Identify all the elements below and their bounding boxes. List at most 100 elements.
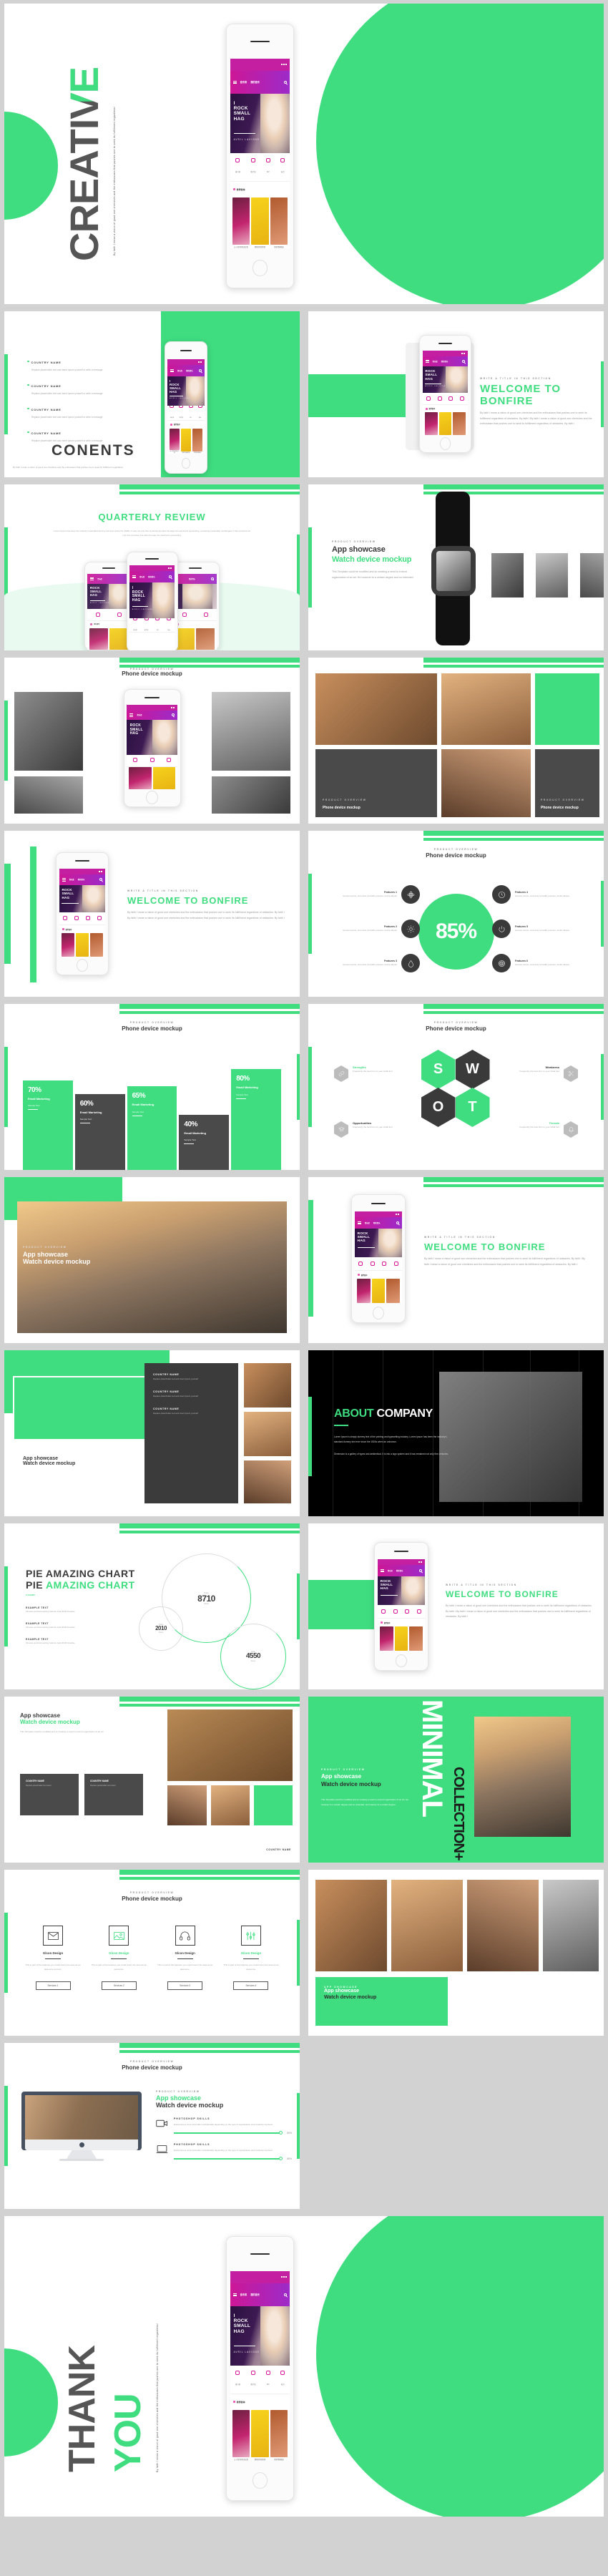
playlist-card[interactable] — [109, 628, 128, 650]
slide-welcome[interactable]: 音乐库 我的音乐 ROCK SMALL HAG AVRIL LAVIGNE 推荐… — [308, 311, 604, 477]
nav-tab-mymusic[interactable]: 我的音乐 — [78, 878, 85, 881]
list-item[interactable]: COUNTRY NAME Replace placeholder text and… — [153, 1390, 230, 1397]
quick-icon-ranking[interactable] — [96, 612, 101, 618]
quick-icon-mv[interactable]: MV — [265, 157, 270, 176]
search-icon[interactable] — [284, 2293, 288, 2296]
bar-column[interactable]: 60% Email Marketing Sample Text — [74, 1093, 125, 1170]
quick-icon-singer[interactable] — [370, 1261, 375, 1267]
search-icon[interactable] — [462, 359, 466, 363]
nav-tab-library[interactable]: 音乐库 — [388, 1569, 393, 1572]
playlist-cards[interactable]: 五十首好听的英文歌 那些超带感的歌 欧美经典歌曲 — [230, 2409, 290, 2461]
list-item[interactable]: COUNTRY NAME Replace placeholder text and… — [27, 378, 142, 395]
playlist-card[interactable]: 欧美经典歌曲 — [270, 197, 288, 248]
slide-pie-chart[interactable]: PIE AMAZING CHART PIE AMAZING CHART # CH… — [4, 1523, 300, 1689]
phone-screen[interactable]: 音乐库 我的音乐 ROCK SMALL HAG 推荐歌单 — [59, 869, 106, 957]
slide-phone-hand[interactable]: PRODUCT OVERVIEW Phone device mockup 音乐库… — [4, 658, 300, 824]
phone-screen[interactable]: 音乐库 我的音乐 I ROCK SMALL HAG AVRIL LAVIGNE — [230, 58, 290, 248]
playlist-card[interactable] — [379, 1626, 393, 1652]
phone-mockup[interactable]: 音乐库 ROCK SMALL HAG — [123, 689, 181, 807]
phone-screen[interactable]: 音乐库 我的音乐 ROCK SMALL HAG AVRIL LAVIGNE 推荐… — [422, 351, 469, 435]
feature-node[interactable]: Features 1 Aenean lectus, urna duis conva… — [334, 885, 420, 904]
service-card[interactable]: Glcon Design This is part of the feature… — [220, 1926, 283, 1990]
menu-icon[interactable] — [425, 359, 429, 363]
quick-icons-row[interactable] — [127, 754, 177, 767]
nav-tab-mymusic[interactable]: 我的音乐 — [186, 369, 193, 372]
nav-tab-library[interactable]: 音乐库 — [97, 577, 102, 580]
slide-minimal-collection[interactable]: MINIMAL COLLECTION+ PRODUCT OVERVIEW App… — [308, 1697, 604, 1863]
nav-tab-library[interactable]: 音乐库 — [433, 360, 438, 363]
slide-photo-mosaic[interactable]: PRODUCT OVERVIEW Phone device mockup PRO… — [308, 658, 604, 824]
quick-icons-row[interactable] — [87, 609, 130, 622]
quick-icon-radio[interactable] — [97, 916, 102, 921]
phone-screen[interactable]: 音乐库 我的音乐 I ROCK SMALL HAG AVRIL LAVIGNE — [167, 358, 205, 454]
phone-home-button[interactable] — [57, 957, 108, 975]
bar-column[interactable]: 70% Email Marketing Sample Text — [23, 1080, 73, 1170]
app-navbar[interactable]: 音乐库 — [127, 710, 177, 721]
slide-swot[interactable]: PRODUCT OVERVIEW Phone device mockup SW … — [308, 1004, 604, 1170]
quick-icon-radio[interactable] — [393, 1261, 398, 1267]
bar-column[interactable]: 80% Email Marketing Sample Text — [231, 1069, 281, 1170]
quick-icon-singer[interactable]: 歌手馆 — [144, 615, 149, 634]
slide-street-photo[interactable]: PRODUCT OVERVIEW App showcase Watch devi… — [4, 1177, 300, 1343]
phone-home-button[interactable] — [227, 248, 293, 288]
phone-screen[interactable]: 音乐库 我的音乐 I ROCK SMALL HAG AVRIL LAVIGNE 排行榜 歌手… — [129, 565, 175, 650]
playlist-card[interactable] — [409, 1626, 423, 1652]
playlist-card[interactable]: 五十首好听的英文歌 — [169, 428, 180, 454]
phone-home-button[interactable] — [124, 789, 180, 806]
phone-mockup[interactable]: 音乐库 我的音乐 I ROCK SMALL HAG AVRIL LAVIGNE — [226, 2236, 294, 2501]
phone-mockup-right[interactable]: 我的音乐 — [171, 562, 220, 650]
feature-node[interactable]: Features 3 Aenean lectus, urna duis conva… — [334, 954, 420, 972]
phone-mockup[interactable]: 音乐库 我的音乐 I ROCK SMALL HAG AVRIL LAVIGNE — [165, 341, 207, 474]
phone-mockup[interactable]: 音乐库 我的音乐 ROCK SMALL HAG 推荐歌单 — [374, 1542, 428, 1671]
nav-tab-mymusic[interactable]: 我的音乐 — [373, 1221, 381, 1224]
feature-node[interactable]: Features 4 Aenean lectus, urna duis conva… — [492, 885, 578, 904]
phone-screen[interactable]: 音乐库 我的音乐 I ROCK SMALL HAG AVRIL LAVIGNE — [230, 2270, 290, 2461]
search-icon[interactable] — [99, 878, 103, 882]
menu-icon[interactable] — [90, 577, 94, 580]
playlist-cards[interactable] — [378, 1626, 426, 1652]
list-item[interactable]: COUNTRY NAME Replace placeholder text and… — [27, 354, 142, 371]
skill-row[interactable]: PHOTOSHOP SKILLS Entrepreneur at an inte… — [156, 2143, 292, 2161]
playlist-card[interactable]: 那些超带感的歌 — [251, 2409, 269, 2461]
list-item[interactable]: EXAMPLE TEXT Finance and Accounting Autum… — [26, 1622, 137, 1629]
search-icon[interactable] — [169, 575, 172, 579]
nav-tab-mymusic[interactable]: 我的音乐 — [441, 360, 448, 363]
slide-welcome-4[interactable]: 音乐库 我的音乐 ROCK SMALL HAG 推荐歌单 WRITE A TITLE … — [308, 1523, 604, 1689]
quick-icon-singer[interactable] — [149, 758, 155, 763]
playlist-cards[interactable]: 五十首好听的英文歌 那些超带感的歌 欧美经典歌曲 — [167, 428, 205, 454]
quick-icon-mv[interactable] — [405, 1609, 410, 1614]
nav-tab-library[interactable]: 音乐库 — [365, 1221, 370, 1224]
phone-screen[interactable]: 我的音乐 — [174, 573, 217, 650]
service-card[interactable]: Glcon Design This is part of the feature… — [87, 1926, 150, 1990]
nav-tab-mymusic[interactable]: 我的音乐 — [189, 577, 195, 580]
nav-tab-library[interactable]: 音乐库 — [139, 575, 144, 578]
app-navbar[interactable]: 我的音乐 — [174, 573, 217, 584]
slide-watch-mockup[interactable]: PRODUCT OVERVIEW App showcase Watch devi… — [308, 484, 604, 650]
quick-icon-ranking[interactable] — [426, 396, 431, 401]
search-icon[interactable] — [199, 369, 202, 373]
app-navbar[interactable]: 音乐库 我的音乐 — [167, 365, 205, 376]
quick-icon-mv[interactable]: MV — [155, 615, 160, 634]
phone-mockup[interactable]: 音乐库 我的音乐 I ROCK SMALL HAG AVRIL LAVIGNE — [226, 24, 294, 288]
search-icon[interactable] — [171, 713, 175, 717]
quick-icons-row[interactable] — [377, 1605, 426, 1619]
quick-icon-singer[interactable] — [74, 916, 79, 921]
quick-icons-row[interactable] — [59, 912, 106, 926]
playlist-cards[interactable] — [423, 412, 469, 435]
slide-bar-chart[interactable]: Phone device mockup PRODUCT OVERVIEW Pho… — [4, 1004, 300, 1170]
quick-icons-row[interactable]: 排行榜 歌手馆 MV 电台 — [230, 153, 290, 182]
slide-monitor-skills[interactable]: PRODUCT OVERVIEW Phone device mockup PRO… — [4, 2043, 300, 2209]
quick-icons-row[interactable] — [354, 1257, 403, 1272]
feature-node[interactable]: Features 5 Aenean lectus, urna duis conva… — [492, 919, 588, 938]
swot-hex-s[interactable]: S — [421, 1050, 456, 1089]
quick-icon-singer[interactable] — [437, 396, 442, 401]
slide-percent-infographic[interactable]: PRODUCT OVERVIEW Phone device mockup 85%… — [308, 831, 604, 997]
playlist-card[interactable] — [371, 1278, 386, 1304]
playlist-card[interactable] — [196, 628, 215, 650]
quick-icon-radio[interactable] — [203, 612, 208, 618]
nav-tab-library[interactable]: 音乐库 — [177, 369, 182, 372]
slide-about-company[interactable]: ABOUT COMPANY Lorem Ipsum is simply dumm… — [308, 1350, 604, 1516]
playlist-cards[interactable] — [174, 628, 216, 650]
list-item[interactable]: COUNTRY NAME Replace placeholder text and… — [27, 401, 142, 419]
slide-team-cards[interactable]: COUNTRY NAME Replace placeholder text and… — [4, 1350, 300, 1516]
